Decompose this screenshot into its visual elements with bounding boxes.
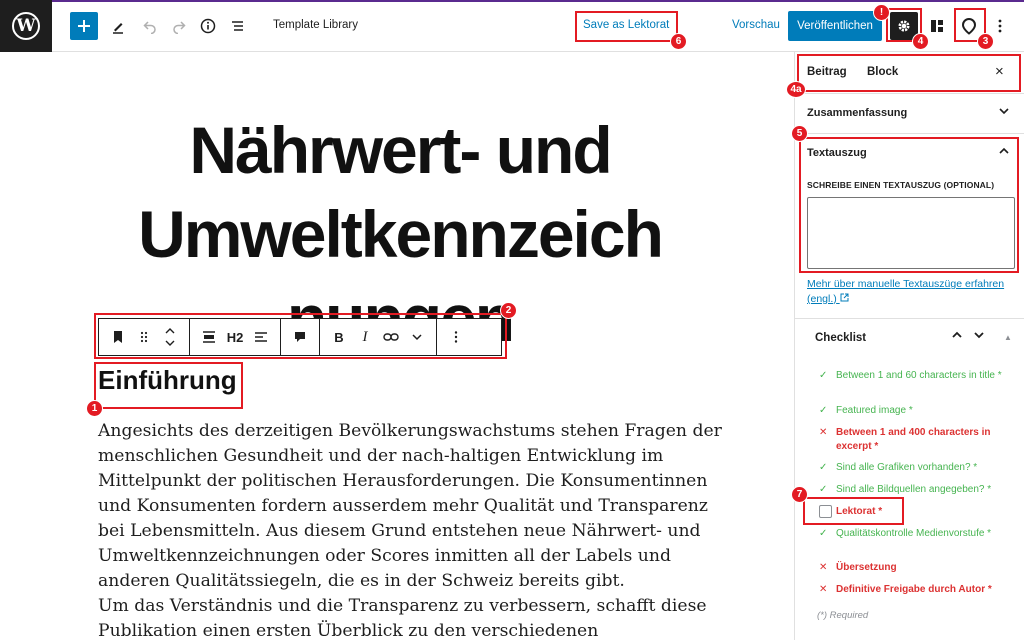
panel-summary-label: Zusammenfassung <box>807 107 908 119</box>
paragraph-line: bei Lebensmitteln. Aus diesem Grund ents… <box>98 521 701 541</box>
checklist-item: ✓ Featured image * <box>819 404 1009 418</box>
info-icon <box>200 18 216 34</box>
cross-icon: ✕ <box>819 562 828 573</box>
checklist-item-text: Featured image * <box>836 405 913 416</box>
required-note: (*) Required <box>817 610 869 621</box>
checklist-item: ✕ Between 1 and 400 characters in excerp… <box>819 426 1009 454</box>
checklist-item-text: Between 1 and 60 characters in title * <box>836 370 1002 381</box>
undo-icon <box>143 21 156 34</box>
cross-icon: ✕ <box>819 584 828 595</box>
annotation-number: 7 <box>791 486 808 503</box>
annotation-box-block-toolbar <box>94 313 507 359</box>
more-vertical-icon <box>998 19 1002 33</box>
publish-button[interactable]: Veröffentlichen <box>788 11 882 41</box>
editor-header: W Template Library Save as Lektorat Vors… <box>0 0 1024 52</box>
paragraph-line: Publikation einen ersten Überblick zu de… <box>98 621 599 640</box>
checklist-item-text: Between 1 and 400 characters in excerpt … <box>836 427 991 452</box>
panel-summary[interactable]: Zusammenfassung <box>795 94 1024 134</box>
annotation-number: 4a <box>786 81 806 98</box>
checklist-item: ✕ Übersetzung <box>819 561 1009 575</box>
annotation-alert: ! <box>873 4 890 21</box>
annotation-number: 4 <box>912 33 929 50</box>
add-block-button[interactable] <box>70 12 98 40</box>
check-icon: ✓ <box>819 405 828 416</box>
paragraph-line: und Konsumenten fordern ausserdem mehr Q… <box>98 496 708 516</box>
collapse-triangle-icon[interactable]: ▲ <box>1004 333 1012 342</box>
chevron-down-icon <box>998 105 1010 120</box>
post-title-line: Nährwert- und <box>189 113 612 187</box>
details-button[interactable] <box>194 12 222 40</box>
cross-icon: ✕ <box>819 427 828 438</box>
annotation-number: 1 <box>86 400 103 417</box>
external-link-icon <box>840 293 849 302</box>
annotation-box-lektorat <box>803 497 904 525</box>
paragraph-block[interactable]: Angesichts des derzeitigen Bevölkerungsw… <box>98 419 722 640</box>
post-title-line: Umweltkennzeich <box>138 197 664 271</box>
checklist-item: ✓ Sind alle Bildquellen angegeben? * <box>819 483 1009 497</box>
blocks-icon <box>931 20 943 32</box>
annotation-number: 3 <box>977 33 994 50</box>
redo-icon <box>173 21 186 34</box>
checklist-divider <box>795 318 1024 319</box>
redo-button[interactable] <box>165 12 193 40</box>
add-icon <box>78 20 90 32</box>
edit-tools-button[interactable] <box>104 12 132 40</box>
checklist-item-text: Übersetzung <box>836 562 897 573</box>
wordpress-logo-icon: W <box>12 12 40 40</box>
template-library-label[interactable]: Template Library <box>273 19 358 31</box>
checklist-title: Checklist <box>815 332 867 344</box>
list-view-icon <box>232 21 243 31</box>
check-icon: ✓ <box>819 462 828 473</box>
checklist-item: ✕ Definitive Freigabe durch Autor * <box>819 583 1009 597</box>
list-view-button[interactable] <box>224 12 252 40</box>
paragraph-line: menschlichen Gesundheit und der nach-hal… <box>98 446 664 466</box>
checklist-item-text: Definitive Freigabe durch Autor * <box>836 584 992 595</box>
annotation-number: 5 <box>791 125 808 142</box>
excerpt-help-link[interactable]: Mehr über manuelle Textauszüge erfahren … <box>807 277 1022 307</box>
paragraph-line: anderen Qualitätssiegeln, die es in der … <box>98 571 625 591</box>
check-icon: ✓ <box>819 370 828 381</box>
checklist-item-text: Qualitätskontrolle Medienvorstufe * <box>836 528 992 539</box>
paragraph-line: Angesichts des derzeitigen Bevölkerungsw… <box>98 421 722 441</box>
undo-button[interactable] <box>136 12 164 40</box>
wordpress-logo-button[interactable]: W <box>0 0 52 52</box>
annotation-box-heading <box>94 362 243 409</box>
chevron-down-icon[interactable] <box>973 329 985 344</box>
checklist-item: ✓ Sind alle Grafiken vorhanden? * <box>819 461 1009 475</box>
annotation-box-excerpt <box>799 137 1019 273</box>
paragraph-line: Umweltkennzeichnungen oder Scores inmitt… <box>98 546 671 566</box>
check-icon: ✓ <box>819 528 828 539</box>
more-options-button[interactable] <box>990 12 1010 40</box>
excerpt-help-link-text: Mehr über manuelle Textauszüge erfahren … <box>807 278 1005 305</box>
checklist-item-text: Sind alle Bildquellen angegeben? * <box>836 484 992 495</box>
admin-accent-line <box>0 0 1024 2</box>
annotation-box-sidebar-tabs <box>797 54 1021 92</box>
checklist-item: ✓ Between 1 and 60 characters in title * <box>819 369 1009 383</box>
pen-icon <box>113 23 123 34</box>
paragraph-line: Mittelpunkt der politischen Herausforder… <box>98 471 708 491</box>
chevron-up-icon[interactable] <box>951 329 963 344</box>
paragraph-line: Um das Verständnis und die Transparenz z… <box>98 596 707 616</box>
annotation-number: 6 <box>670 33 687 50</box>
annotation-box-save-lektorat <box>575 11 678 42</box>
checklist-item: ✓ Qualitätskontrolle Medienvorstufe * <box>819 527 1009 541</box>
preview-button[interactable]: Vorschau <box>732 19 780 31</box>
check-icon: ✓ <box>819 484 828 495</box>
checklist-item-text: Sind alle Grafiken vorhanden? * <box>836 462 978 473</box>
annotation-number: 2 <box>500 302 517 319</box>
